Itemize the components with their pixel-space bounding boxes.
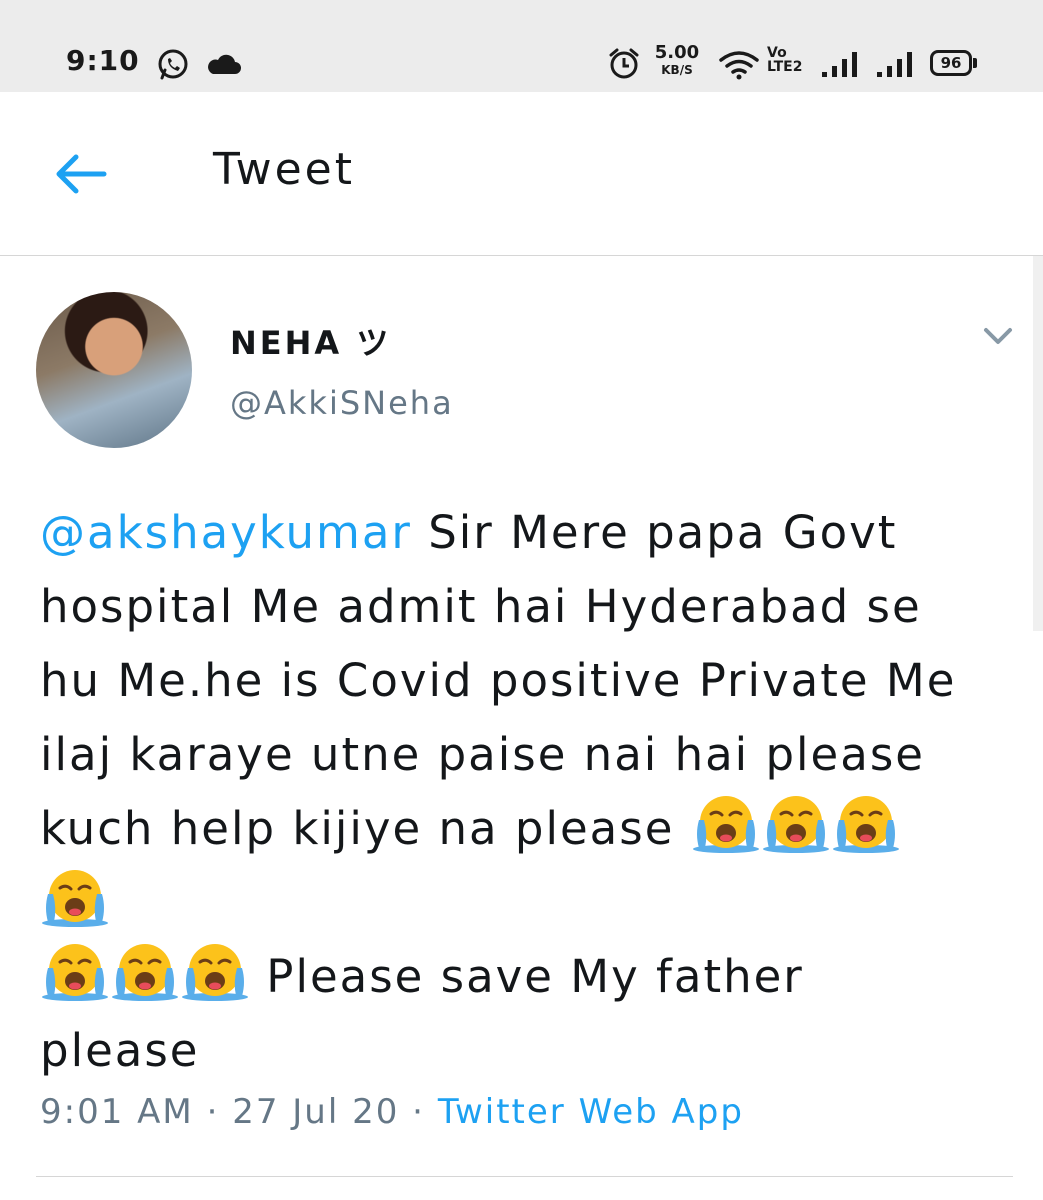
- emoji-group-2: [40, 944, 250, 1003]
- meta-separator: ·: [193, 1092, 233, 1132]
- loudly-crying-face-icon: [832, 796, 899, 853]
- cloud-icon: [208, 54, 241, 74]
- chevron-down-icon: [984, 328, 1012, 344]
- volte-indicator: Vo LTE2: [767, 46, 802, 74]
- tweet-date: 27 Jul 20: [232, 1092, 400, 1132]
- tweet-text: @akshaykumar Sir Mere papa Govt hospital…: [40, 496, 960, 1088]
- volte-top: Vo: [767, 45, 787, 61]
- divider: [36, 1176, 1013, 1177]
- author-handle[interactable]: @AkkiSNeha: [230, 384, 454, 422]
- tweet-meta: 9:01 AM · 27 Jul 20 · Twitter Web App: [40, 1092, 744, 1132]
- volte-bottom: LTE2: [767, 59, 803, 75]
- tweet-time: 9:01 AM: [40, 1092, 194, 1132]
- signal-icon: [822, 52, 857, 77]
- network-speed-unit: KB/S: [661, 63, 693, 77]
- loudly-crying-face-icon: [692, 796, 759, 853]
- loudly-crying-face-icon: [762, 796, 829, 853]
- tweet-source-link[interactable]: Twitter Web App: [438, 1092, 744, 1132]
- whatsapp-icon: [158, 49, 188, 80]
- loudly-crying-face-icon: [42, 944, 108, 1001]
- mention-link[interactable]: @akshaykumar: [40, 506, 412, 559]
- alarm-icon: [609, 48, 639, 79]
- author-name[interactable]: NEHA ツ: [230, 318, 391, 364]
- back-button[interactable]: [46, 144, 116, 204]
- network-speed-value: 5.00: [654, 42, 700, 63]
- battery-icon: 96: [930, 50, 977, 76]
- loudly-crying-face-icon: [182, 944, 248, 1001]
- battery-level: 96: [940, 54, 962, 72]
- loudly-crying-face-icon: [112, 944, 178, 1001]
- app-header: Tweet: [0, 92, 1043, 256]
- scrollbar[interactable]: [1033, 256, 1043, 631]
- status-bar: 9:10 5.00 KB/S Vo LTE2 96: [0, 0, 1043, 92]
- arrow-left-icon: [56, 154, 107, 194]
- page-title: Tweet: [213, 144, 355, 195]
- meta-separator: ·: [399, 1092, 438, 1132]
- wifi-icon: [719, 51, 759, 80]
- signal-icon: [877, 52, 912, 77]
- network-speed: 5.00 KB/S: [652, 42, 702, 77]
- tweet-menu-button[interactable]: [978, 318, 1018, 352]
- status-time: 9:10: [66, 44, 140, 77]
- loudly-crying-face-icon: [42, 870, 108, 927]
- avatar[interactable]: [36, 292, 192, 448]
